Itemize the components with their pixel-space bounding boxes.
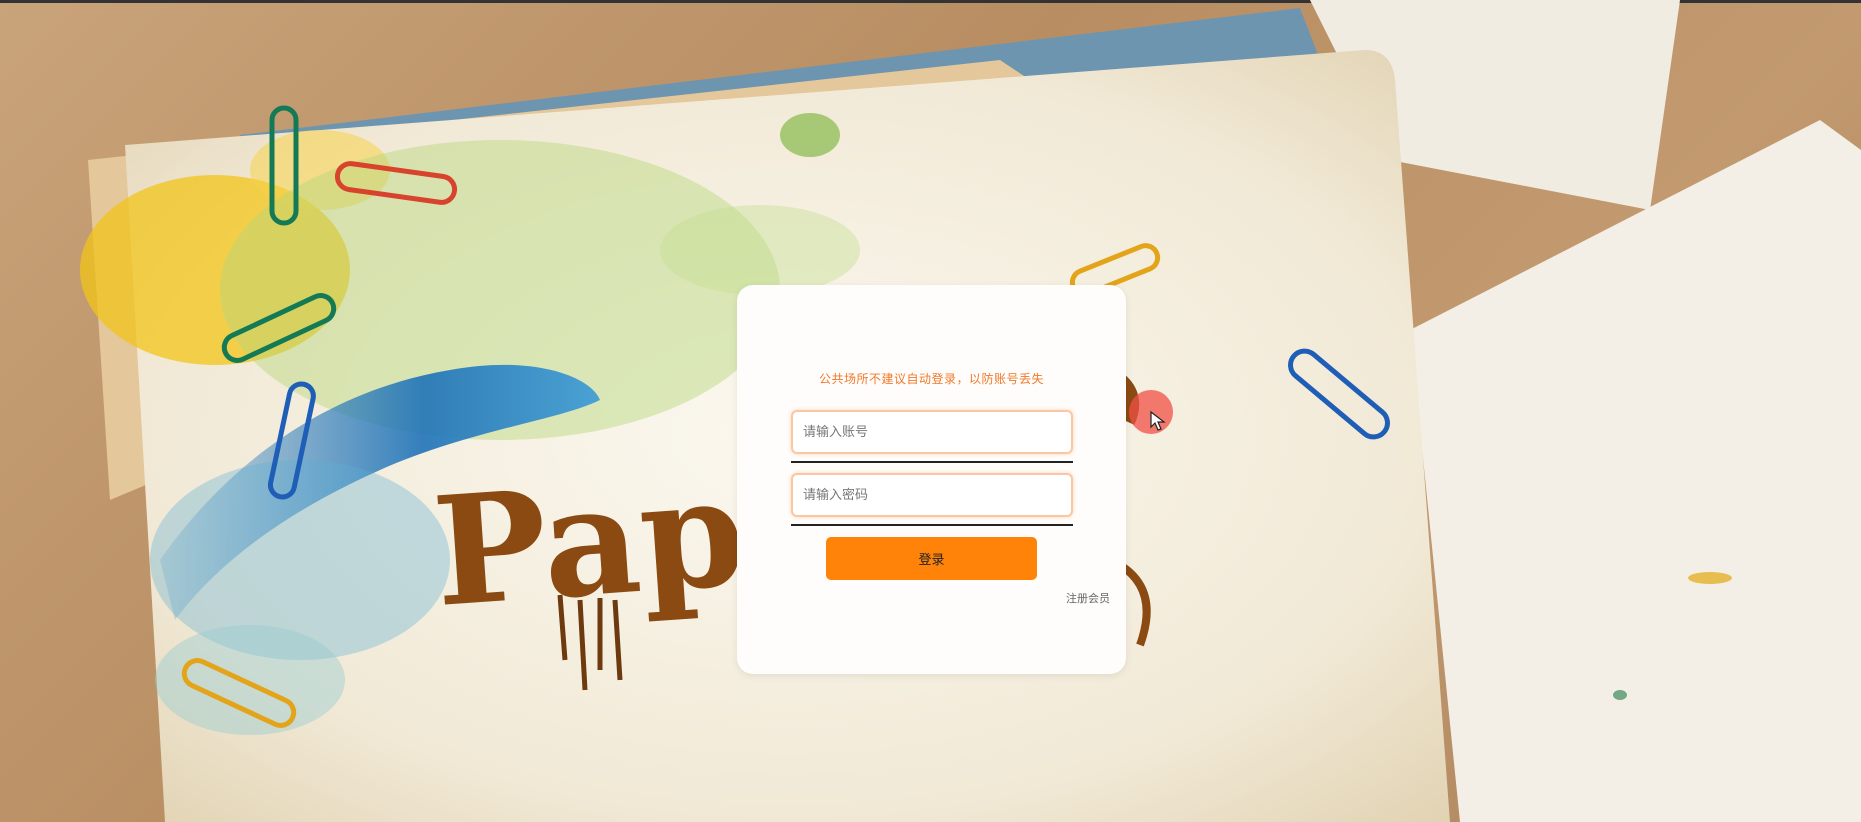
account-input[interactable] bbox=[791, 410, 1073, 454]
register-link[interactable]: 注册会员 bbox=[1066, 590, 1110, 606]
paint-blue-soft bbox=[150, 460, 450, 660]
paint-speck-green bbox=[1613, 690, 1627, 700]
password-underline bbox=[791, 524, 1073, 526]
login-page: Pape 公共场所不建议自动登录，以防账号丢失 登录 注册会员 bbox=[0, 0, 1861, 822]
password-field-group bbox=[791, 473, 1073, 526]
cursor-arrow-icon bbox=[1150, 410, 1166, 431]
login-notice: 公共场所不建议自动登录，以防账号丢失 bbox=[818, 372, 1044, 386]
login-button[interactable]: 登录 bbox=[826, 537, 1037, 580]
login-card: 公共场所不建议自动登录，以防账号丢失 登录 注册会员 bbox=[737, 285, 1126, 674]
paint-green-dot bbox=[780, 113, 840, 157]
account-underline bbox=[791, 461, 1073, 463]
background-paper-right-front bbox=[1410, 120, 1861, 822]
password-input[interactable] bbox=[791, 473, 1073, 517]
paint-speck-yellow bbox=[1688, 572, 1732, 584]
account-field-group bbox=[791, 410, 1073, 463]
paint-green-soft bbox=[660, 205, 860, 295]
